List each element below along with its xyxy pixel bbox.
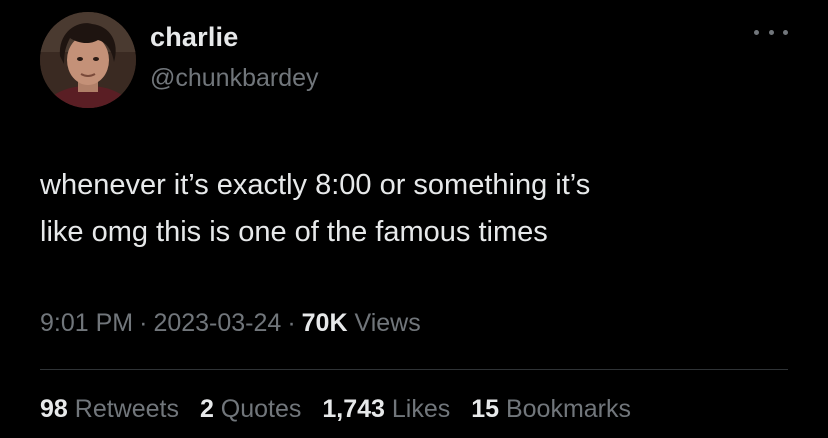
bookmarks-label: Bookmarks xyxy=(505,395,632,423)
avatar-photo xyxy=(40,12,136,108)
likes-count: 1,743 xyxy=(322,395,385,423)
author-handle[interactable]: @chunkbardey xyxy=(150,64,319,93)
tweet-time[interactable]: 9:01 PM xyxy=(40,309,133,337)
meta-separator: · xyxy=(287,309,296,337)
engagement-stats: 98 Retweets 2 Quotes 1,743 Likes 15 Book… xyxy=(40,395,645,424)
retweets-label: Retweets xyxy=(74,395,179,423)
more-horizontal-icon-dot xyxy=(768,29,774,35)
meta-separator: · xyxy=(139,309,148,337)
likes-stat[interactable]: 1,743 Likes xyxy=(322,395,450,423)
views-count: 70K xyxy=(301,309,348,337)
retweets-count: 98 xyxy=(40,395,68,423)
avatar[interactable] xyxy=(40,12,136,108)
likes-label: Likes xyxy=(391,395,451,423)
more-options-button[interactable] xyxy=(754,22,788,42)
tweet-text: whenever it’s exactly 8:00 or something … xyxy=(40,169,591,248)
tweet-date[interactable]: 2023-03-24 xyxy=(153,309,281,337)
bookmarks-count: 15 xyxy=(471,395,500,423)
quotes-label: Quotes xyxy=(220,395,302,423)
tweet: charlie @chunkbardey whenever it’s exact… xyxy=(0,0,828,438)
bookmarks-stat[interactable]: 15 Bookmarks xyxy=(471,395,631,423)
more-horizontal-icon-dot xyxy=(783,29,788,35)
retweets-stat[interactable]: 98 Retweets xyxy=(40,395,179,423)
more-horizontal-icon xyxy=(754,29,759,35)
views-label: Views xyxy=(354,309,421,337)
divider xyxy=(40,369,788,370)
tweet-meta: 9:01 PM · 2023-03-24 · 70K Views xyxy=(40,309,421,338)
author-display-name[interactable]: charlie xyxy=(150,22,238,53)
quotes-count: 2 xyxy=(199,395,214,423)
quotes-stat[interactable]: 2 Quotes xyxy=(200,395,301,423)
